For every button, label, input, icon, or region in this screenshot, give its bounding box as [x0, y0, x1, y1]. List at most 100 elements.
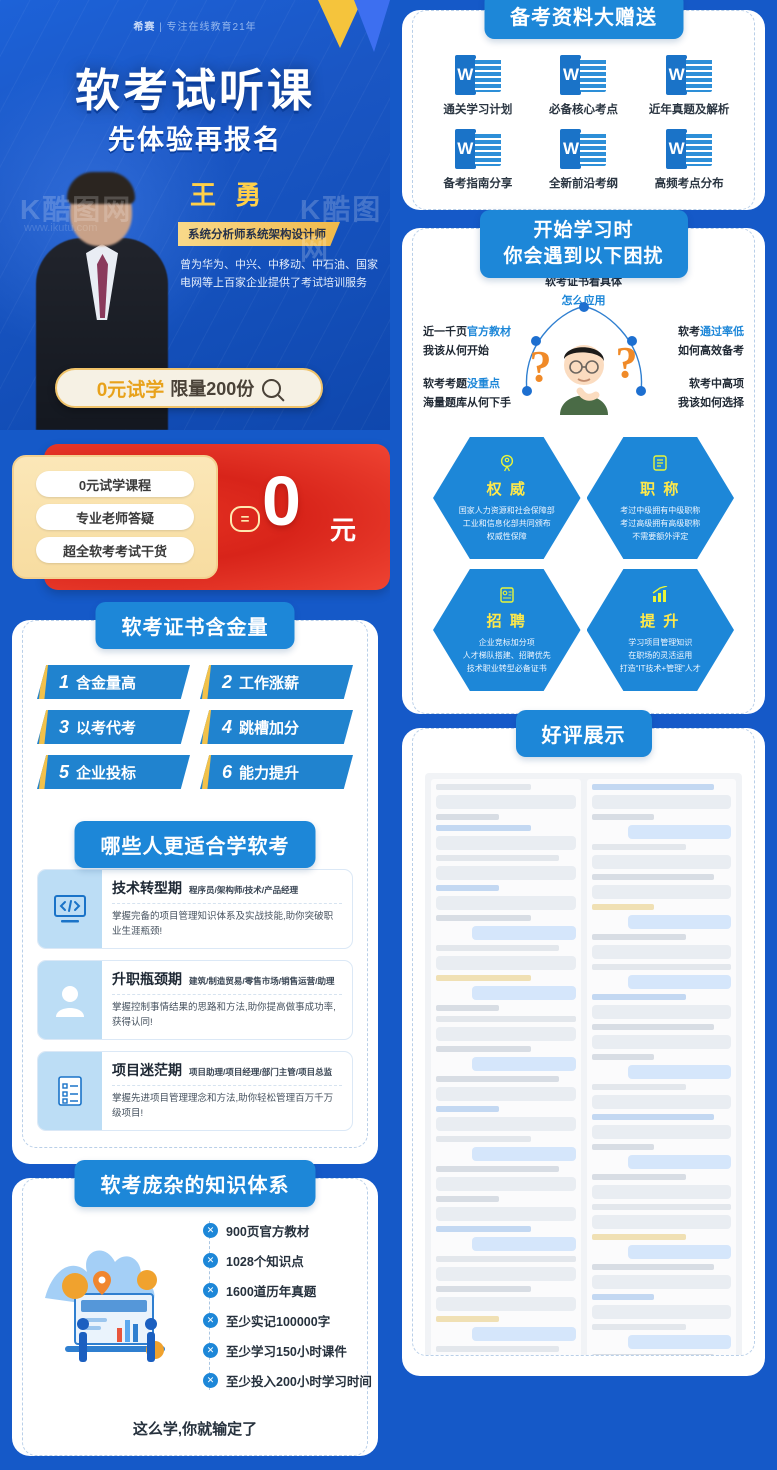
material-item[interactable]: W 近年真题及解析: [638, 55, 740, 117]
value-item[interactable]: 1 含金量高: [37, 665, 190, 699]
reviews-card-title: 好评展示: [515, 710, 652, 757]
cross-icon: ✕: [203, 1283, 218, 1298]
cta-highlight-text: 0元试学: [96, 379, 165, 401]
badge-icon: [651, 454, 669, 476]
hexagon-item[interactable]: 招 聘 企业竞标加分项 人才梯队搭建、招聘优先 技术职业转型必备证书: [433, 569, 581, 691]
left-column: 希赛 | 专注在线教育21年 软考试听课 先体验再报名 王 勇 系统分析师系统架…: [0, 0, 390, 1470]
teacher-bio: 曾为华为、中兴、中移动、中石油、国家电网等上百家企业提供了考试培训服务: [180, 259, 378, 289]
knowledge-card: 软考庞杂的知识体系 ✕ 900页官方教材 ✕ 1028个知识点 ✕ 1600道历…: [12, 1160, 378, 1456]
knowledge-illustration: [35, 1228, 203, 1383]
question-mark-icon: ?: [615, 338, 638, 387]
knowledge-item-label: 至少投入200小时学习时间: [226, 1375, 372, 1389]
value-item[interactable]: 4 跳槽加分: [200, 710, 353, 744]
who-item-title: 升职瓶颈期: [112, 971, 182, 987]
value-item[interactable]: 2 工作涨薪: [200, 665, 353, 699]
knowledge-item-label: 1600道历年真题: [226, 1285, 317, 1299]
price-unit: 元: [330, 515, 357, 545]
hexagon-line: 权威性保障: [486, 531, 527, 541]
confusion-card: 开始学习时 你会遇到以下困扰 软考证书看具体 怎么应用 近一千页官方教材 我该从…: [402, 210, 765, 714]
reviews-card-inner: [412, 728, 755, 1356]
knowledge-item: ✕ 至少实记100000字: [203, 1311, 372, 1330]
hexagon-title: 权 威: [486, 480, 527, 498]
code-window-icon: [38, 870, 102, 948]
who-card-title: 哪些人更适合学软考: [74, 821, 316, 868]
hexagon-line: 考过中级拥有中级职称: [620, 505, 701, 515]
knowledge-item-label: 1028个知识点: [226, 1255, 304, 1269]
cross-icon: ✕: [203, 1373, 218, 1388]
who-list: 技术转型期 程序员/架构师/技术/产品经理 掌握完备的项目管理知识体系及实战技能…: [23, 819, 367, 1147]
value-item[interactable]: 3 以考代考: [37, 710, 190, 744]
hexagon-grid: 权 威 国家人力资源和社会保障部 工业和信息化部共同颁布 权威性保障 职 称 考…: [413, 429, 754, 713]
hero-subtitle: 先体验再报名: [108, 125, 282, 155]
value-card-inner: 1 含金量高 2 工作涨薪 3 以考代考 4 跳槽加分 5 企业投标 6 能力提…: [22, 620, 368, 1148]
material-item[interactable]: W 通关学习计划: [427, 55, 529, 117]
hexagon-line: 打造“IT技术+管理”人才: [619, 663, 701, 673]
word-doc-icon: W: [666, 129, 713, 169]
checklist-icon: [38, 1052, 102, 1130]
knowledge-footer: 这么学,你就输定了: [132, 1421, 258, 1438]
knowledge-item: ✕ 至少投入200小时学习时间: [203, 1371, 372, 1390]
value-item-bar: [39, 665, 48, 699]
who-item[interactable]: 技术转型期 程序员/架构师/技术/产品经理 掌握完备的项目管理知识体系及实战技能…: [37, 869, 353, 949]
value-item-number: 2: [222, 671, 233, 692]
who-item[interactable]: 升职瓶颈期 建筑/制造贸易/零售市场/销售运营/助理 掌握控制事情结果的思路和方…: [37, 960, 353, 1040]
confusion-lt-b: 官方教材: [467, 326, 511, 338]
material-label: 备考指南分享: [443, 178, 513, 190]
materials-grid: W 通关学习计划 W 必备核心考点 W 近年真题及解析 W 备考指南分享 W 全…: [413, 11, 754, 209]
hexagon-line: 不需要额外评定: [632, 531, 689, 541]
value-item-number: 3: [59, 716, 70, 737]
materials-card: 备考资料大赠送 W 通关学习计划 W 必备核心考点 W 近年真题及解析 W 备考…: [402, 0, 765, 210]
material-item[interactable]: W 必备核心考点: [533, 55, 635, 117]
value-item-bar: [39, 710, 48, 744]
hexagon-item[interactable]: 提 升 学习项目管理知识 在职场的灵活运用 打造“IT技术+管理”人才: [586, 569, 734, 691]
cross-icon: ✕: [203, 1223, 218, 1238]
knowledge-body: ✕ 900页官方教材 ✕ 1028个知识点 ✕ 1600道历年真题 ✕ 至少实记1000…: [23, 1179, 372, 1404]
who-item-title: 项目迷茫期: [112, 1062, 182, 1078]
confusion-card-inner: 软考证书看具体 怎么应用 近一千页官方教材 我该从何开始 软考考题没重点 海量题…: [412, 228, 755, 714]
knowledge-item: ✕ 900页官方教材: [203, 1221, 372, 1240]
who-item[interactable]: 项目迷茫期 项目助理/项目经理/部门主管/项目总监 掌握先进项目管理理念和方法,…: [37, 1051, 353, 1131]
materials-card-inner: W 通关学习计划 W 必备核心考点 W 近年真题及解析 W 备考指南分享 W 全…: [412, 10, 755, 210]
teacher-name: 王 勇: [190, 180, 268, 210]
knowledge-item: ✕ 1600道历年真题: [203, 1281, 372, 1300]
who-item-body: 项目迷茫期 项目助理/项目经理/部门主管/项目总监 掌握先进项目管理理念和方法,…: [102, 1052, 352, 1130]
value-item[interactable]: 6 能力提升: [200, 755, 353, 789]
search-icon[interactable]: [262, 378, 282, 398]
who-item-header: 项目迷茫期 项目助理/项目经理/部门主管/项目总监: [112, 1060, 342, 1086]
hexagon-title: 招 聘: [486, 612, 527, 630]
material-item[interactable]: W 备考指南分享: [427, 129, 529, 191]
brand-bar: 希赛 | 专注在线教育21年: [0, 18, 390, 33]
hero-banner: 希赛 | 专注在线教育21年 软考试听课 先体验再报名 王 勇 系统分析师系统架…: [0, 0, 390, 430]
material-item[interactable]: W 高频考点分布: [638, 129, 740, 191]
price-feature-list: 0元试学课程 专业老师答疑 超全软考考试干货: [12, 455, 218, 579]
trial-cta-button[interactable]: 0元试学 限量200份: [55, 368, 323, 408]
value-item-bar: [39, 755, 48, 789]
word-doc-icon: W: [560, 55, 607, 95]
brand-logo: 希赛: [133, 22, 156, 33]
teacher-hair: [67, 172, 135, 204]
word-doc-icon: W: [454, 129, 501, 169]
hexagon-item[interactable]: 职 称 考过中级拥有中级职称 考过高级拥有高级职称 不需要额外评定: [586, 437, 734, 559]
material-label: 必备核心考点: [548, 104, 618, 116]
value-item-label: 含金量高: [76, 674, 137, 692]
material-item[interactable]: W 全新前沿考纲: [533, 129, 635, 191]
materials-card-title: 备考资料大赠送: [484, 0, 683, 39]
hexagon-line: 工业和信息化部共同颁布: [462, 518, 551, 528]
resume-icon: [498, 586, 516, 608]
who-item-header: 升职瓶颈期 建筑/制造贸易/零售市场/销售运营/助理: [112, 969, 342, 995]
chart-up-icon: [650, 584, 670, 608]
value-item-bar: [202, 755, 211, 789]
value-item[interactable]: 5 企业投标: [37, 755, 190, 789]
hexagon-item[interactable]: 权 威 国家人力资源和社会保障部 工业和信息化部共同颁布 权威性保障: [433, 437, 581, 559]
price-section: 0元试学课程 专业老师答疑 超全软考考试干货 = 0 元: [0, 430, 390, 608]
hexagon-line: 考过高级拥有高级职称: [620, 518, 701, 528]
value-item-number: 1: [59, 671, 70, 692]
confused-person-illustration: ? ?: [530, 325, 638, 421]
who-item-title: 技术转型期: [112, 880, 182, 896]
value-item-label: 工作涨薪: [239, 674, 300, 692]
who-item-tags: 项目助理/项目经理/部门主管/项目总监: [189, 1067, 333, 1077]
knowledge-item: ✕ 至少学习150小时课件: [203, 1341, 372, 1360]
value-card-title: 软考证书含金量: [95, 602, 295, 649]
cross-icon: ✕: [203, 1313, 218, 1328]
medal-icon: [498, 454, 516, 476]
